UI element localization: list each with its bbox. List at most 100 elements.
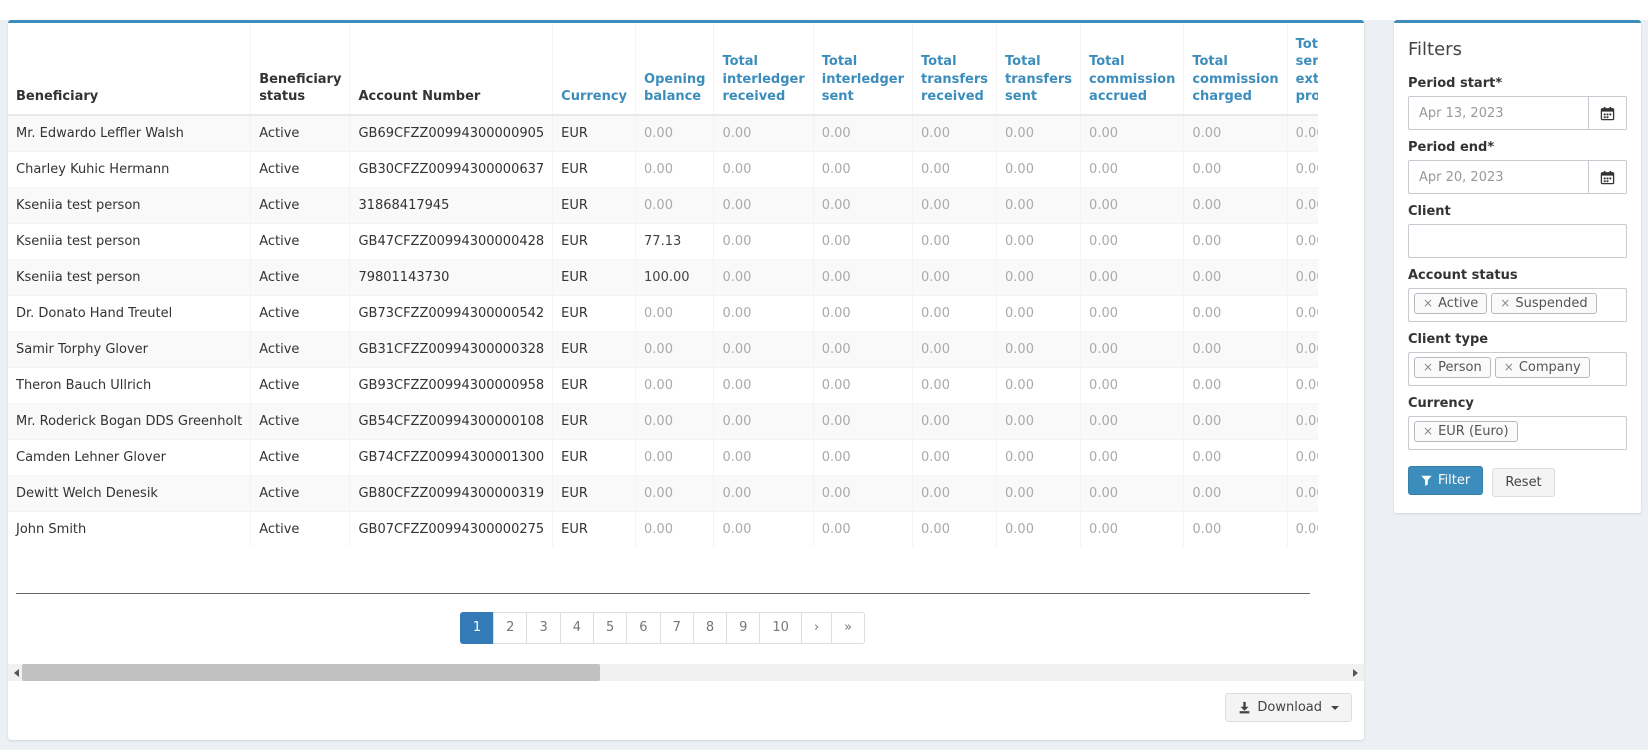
period-end-input[interactable] bbox=[1409, 161, 1588, 193]
value-cell: 0.00 bbox=[997, 260, 1081, 296]
beneficiary-cell: Charley Kuhic Hermann bbox=[8, 152, 251, 188]
beneficiary-cell: Kseniia test person bbox=[8, 188, 251, 224]
value-cell: 0.00 bbox=[1287, 404, 1318, 440]
value-cell: 100.00 bbox=[636, 260, 714, 296]
page-button[interactable]: 9 bbox=[726, 612, 760, 644]
currency-cell: EUR bbox=[553, 512, 636, 548]
value-cell: 0.00 bbox=[913, 296, 997, 332]
page-button[interactable]: 10 bbox=[759, 612, 802, 644]
table-row: Samir Torphy GloverActiveGB31CFZZ0099430… bbox=[8, 332, 1318, 368]
table-row: Kseniia test personActive31868417945EUR0… bbox=[8, 188, 1318, 224]
value-cell: 0.00 bbox=[1081, 404, 1184, 440]
page-button[interactable]: 7 bbox=[660, 612, 694, 644]
page-button[interactable]: 5 bbox=[593, 612, 627, 644]
table-row: John SmithActiveGB07CFZZ00994300000275EU… bbox=[8, 512, 1318, 548]
account-status-label: Account status bbox=[1408, 268, 1627, 283]
value-cell: 0.00 bbox=[913, 512, 997, 548]
remove-tag-icon[interactable]: × bbox=[1423, 296, 1433, 310]
currency-cell: EUR bbox=[553, 332, 636, 368]
value-cell: 0.00 bbox=[636, 440, 714, 476]
filter-tag-label: EUR (Euro) bbox=[1438, 424, 1509, 439]
column-header[interactable]: Total interledger received bbox=[714, 23, 813, 115]
status-cell: Active bbox=[251, 476, 350, 512]
value-cell: 0.00 bbox=[997, 368, 1081, 404]
page-top-strip bbox=[0, 0, 1648, 20]
value-cell: 0.00 bbox=[1184, 440, 1287, 476]
value-cell: 0.00 bbox=[1287, 332, 1318, 368]
remove-tag-icon[interactable]: × bbox=[1423, 360, 1433, 374]
value-cell: 0.00 bbox=[714, 512, 813, 548]
caret-down-icon bbox=[1331, 706, 1339, 710]
status-cell: Active bbox=[251, 512, 350, 548]
report-footer: Download bbox=[8, 681, 1364, 722]
value-cell: 0.00 bbox=[714, 440, 813, 476]
horizontal-scrollbar[interactable] bbox=[8, 664, 1364, 681]
value-cell: 0.00 bbox=[714, 296, 813, 332]
period-start-input[interactable] bbox=[1409, 97, 1588, 129]
scrollbar-thumb[interactable] bbox=[22, 664, 600, 681]
value-cell: 0.00 bbox=[813, 188, 912, 224]
filter-tag: × EUR (Euro) bbox=[1414, 421, 1518, 442]
value-cell: 0.00 bbox=[1287, 476, 1318, 512]
scroll-right-arrow-icon[interactable] bbox=[1347, 664, 1364, 681]
beneficiary-cell: Dr. Donato Hand Treutel bbox=[8, 296, 251, 332]
status-cell: Active bbox=[251, 152, 350, 188]
reset-button[interactable]: Reset bbox=[1492, 468, 1554, 497]
account-number-cell: GB54CFZZ00994300000108 bbox=[350, 404, 553, 440]
value-cell: 0.00 bbox=[1287, 296, 1318, 332]
remove-tag-icon[interactable]: × bbox=[1423, 424, 1433, 438]
column-header: Beneficiary bbox=[8, 23, 251, 115]
download-button[interactable]: Download bbox=[1225, 693, 1352, 722]
status-cell: Active bbox=[251, 115, 350, 152]
column-header[interactable]: Total transfers received bbox=[913, 23, 997, 115]
period-start-calendar-button[interactable] bbox=[1588, 97, 1626, 129]
remove-tag-icon[interactable]: × bbox=[1500, 296, 1510, 310]
page-button[interactable]: 3 bbox=[526, 612, 560, 644]
value-cell: 0.00 bbox=[913, 224, 997, 260]
account-status-select[interactable]: ×Active×Suspended bbox=[1408, 288, 1627, 322]
value-cell: 0.00 bbox=[1287, 440, 1318, 476]
account-number-cell: GB73CFZZ00994300000542 bbox=[350, 296, 553, 332]
value-cell: 0.00 bbox=[1081, 476, 1184, 512]
table-header-row: BeneficiaryBeneficiary statusAccount Num… bbox=[8, 23, 1318, 115]
beneficiary-cell: Samir Torphy Glover bbox=[8, 332, 251, 368]
remove-tag-icon[interactable]: × bbox=[1504, 360, 1514, 374]
page-button[interactable]: 2 bbox=[493, 612, 527, 644]
column-header[interactable]: Opening balance bbox=[636, 23, 714, 115]
page-button[interactable]: 1 bbox=[460, 612, 494, 644]
value-cell: 0.00 bbox=[997, 476, 1081, 512]
funnel-icon bbox=[1421, 475, 1432, 486]
period-end-calendar-button[interactable] bbox=[1588, 161, 1626, 193]
value-cell: 0.00 bbox=[1184, 224, 1287, 260]
beneficiary-cell: Theron Bauch Ullrich bbox=[8, 368, 251, 404]
last-page-button[interactable]: » bbox=[831, 612, 865, 644]
value-cell: 0.00 bbox=[913, 332, 997, 368]
client-input[interactable] bbox=[1408, 224, 1627, 258]
page-button[interactable]: 8 bbox=[693, 612, 727, 644]
value-cell: 0.00 bbox=[997, 115, 1081, 152]
column-header[interactable]: Total interledger sent bbox=[813, 23, 912, 115]
value-cell: 0.00 bbox=[714, 188, 813, 224]
next-page-button[interactable]: › bbox=[801, 612, 832, 644]
value-cell: 0.00 bbox=[913, 115, 997, 152]
value-cell: 0.00 bbox=[813, 332, 912, 368]
column-header[interactable]: Total commission accrued bbox=[1081, 23, 1184, 115]
value-cell: 0.00 bbox=[1287, 115, 1318, 152]
column-header[interactable]: Currency bbox=[553, 23, 636, 115]
table-scroll-area: BeneficiaryBeneficiary statusAccount Num… bbox=[8, 23, 1318, 648]
page-button[interactable]: 4 bbox=[560, 612, 594, 644]
currency-select[interactable]: × EUR (Euro) bbox=[1408, 416, 1627, 450]
beneficiary-cell: John Smith bbox=[8, 512, 251, 548]
column-header[interactable]: Total commission charged bbox=[1184, 23, 1287, 115]
currency-cell: EUR bbox=[553, 152, 636, 188]
client-type-label: Client type bbox=[1408, 332, 1627, 347]
client-type-select[interactable]: ×Person×Company bbox=[1408, 352, 1627, 386]
currency-cell: EUR bbox=[553, 188, 636, 224]
page-button[interactable]: 6 bbox=[626, 612, 660, 644]
column-header[interactable]: Total transfers sent bbox=[997, 23, 1081, 115]
filter-button[interactable]: Filter bbox=[1408, 466, 1483, 495]
calendar-icon bbox=[1600, 170, 1615, 185]
account-number-cell: 31868417945 bbox=[350, 188, 553, 224]
value-cell: 0.00 bbox=[813, 476, 912, 512]
column-header[interactable]: Total sent via external providers bbox=[1287, 23, 1318, 115]
